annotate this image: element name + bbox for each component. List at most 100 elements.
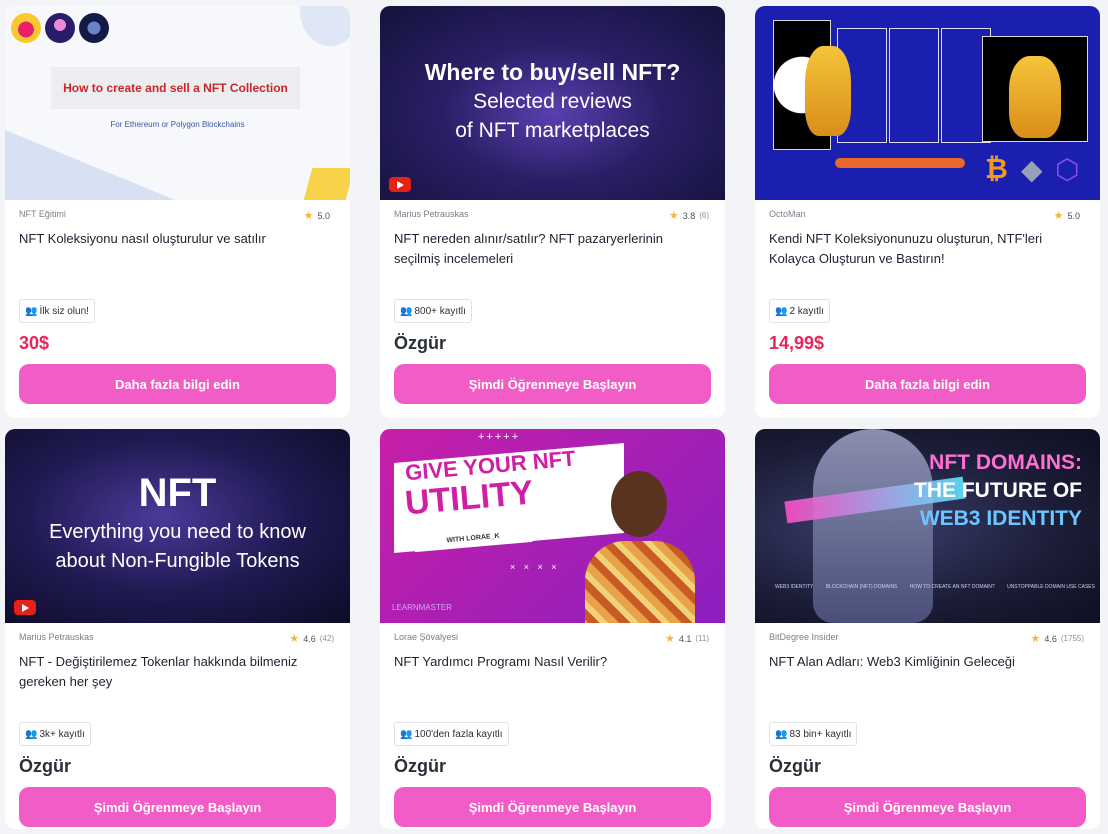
course-author[interactable]: OctoMan (769, 209, 806, 219)
enrollment-badge: 👥 2 kayıtlı (769, 299, 830, 323)
flow-step: HOW TO CREATE AN NFT DOMAIN? (909, 584, 995, 590)
arrow-icon (835, 158, 965, 168)
course-thumbnail[interactable]: +++++ GIVE YOUR NFT UTILITY WITH LORAE_K… (380, 429, 725, 623)
course-price: Özgür (394, 756, 446, 776)
start-learning-button[interactable]: Şimdi Öğrenmeye Başlayın (19, 787, 336, 827)
course-card[interactable]: NFT DOMAINS: THE FUTURE OF WEB3 IDENTITY… (755, 429, 1100, 829)
bitcoin-icon: ₿ (985, 153, 1008, 184)
star-icon: ★ (1053, 210, 1064, 222)
start-learning-button[interactable]: Şimdi Öğrenmeye Başlayın (394, 364, 711, 404)
course-thumbnail[interactable]: NFT Everything you need to know about No… (5, 429, 350, 623)
enrollment-text: 83 bin+ kayıtlı (789, 728, 852, 740)
youtube-icon (14, 600, 36, 615)
decorative-shape (303, 168, 350, 200)
rating-count: (6) (699, 211, 709, 220)
start-learning-button[interactable]: Şimdi Öğrenmeye Başlayın (394, 787, 711, 827)
star-icon: ★ (1030, 633, 1041, 645)
course-card[interactable]: ₿ ◆ ⬡ OctoMan ★ 5.0 Kendi NFT Koleksiyon… (755, 6, 1100, 418)
enrollment-text: 100'den fazla kayıtlı (414, 728, 503, 740)
rating-value: 5.0 (317, 210, 330, 221)
learn-more-button[interactable]: Daha fazla bilgi edin (769, 364, 1086, 404)
thumbnail-line1: NFT (138, 471, 217, 515)
course-title[interactable]: NFT nereden alınır/satılır? NFT pazaryer… (394, 229, 706, 269)
rating-value: 5.0 (1067, 210, 1080, 221)
course-thumbnail[interactable]: ₿ ◆ ⬡ (755, 6, 1100, 200)
course-author[interactable]: BitDegree Insider (769, 632, 839, 642)
course-rating: ★ 4.1 (11) (665, 632, 709, 645)
thumbnail-line1: Where to buy/sell NFT? (424, 59, 681, 85)
course-price: Özgür (769, 756, 821, 776)
polygon-icon: ⬡ (1055, 154, 1080, 185)
learn-more-button[interactable]: Daha fazla bilgi edin (19, 364, 336, 404)
start-learning-button[interactable]: Şimdi Öğrenmeye Başlayın (769, 787, 1086, 827)
course-rating: ★ 5.0 (304, 209, 334, 222)
star-icon: ★ (303, 210, 314, 222)
star-icon: ★ (664, 633, 675, 645)
enrollment-text: İlk siz olun! (39, 305, 89, 317)
course-title[interactable]: NFT Koleksiyonu nasıl oluşturulur ve sat… (19, 229, 331, 249)
rating-value: 4.6 (303, 633, 316, 644)
users-icon: 👥 (775, 728, 788, 740)
thumbnail-line2: Selected reviews (473, 90, 632, 113)
rating-count: (11) (695, 634, 709, 643)
star-icon: ★ (289, 633, 300, 645)
instructor-body (585, 541, 695, 623)
course-title[interactable]: NFT Yardımcı Programı Nasıl Verilir? (394, 652, 706, 672)
course-card[interactable]: Where to buy/sell NFT? Selected reviews … (380, 6, 725, 418)
course-card[interactable]: How to create and sell a NFT Collection … (5, 6, 350, 418)
youtube-icon (389, 177, 411, 192)
course-card[interactable]: +++++ GIVE YOUR NFT UTILITY WITH LORAE_K… (380, 429, 725, 829)
avatar-lips-icon (11, 13, 41, 43)
course-rating: ★ 3.8 (6) (669, 209, 709, 222)
course-author[interactable]: NFT Eğitimi (19, 209, 66, 219)
flow-step: BLOCKCHAIN (NFT) DOMAINS (825, 584, 898, 590)
thumbnail-line3: about Non-Fungible Tokens (55, 550, 300, 572)
cyborg-face-icon (813, 429, 933, 623)
course-rating: ★ 5.0 (1054, 209, 1084, 222)
course-title[interactable]: NFT - Değiştirilemez Tokenlar hakkında b… (19, 652, 331, 692)
thumbnail-flow: WEB3 IDENTITY BLOCKCHAIN (NFT) DOMAINS H… (775, 584, 1095, 590)
rating-value: 4.6 (1044, 633, 1057, 644)
course-title[interactable]: Kendi NFT Koleksiyonunuzu oluşturun, NTF… (769, 229, 1081, 269)
users-icon: 👥 (400, 728, 413, 740)
course-title[interactable]: NFT Alan Adları: Web3 Kimliğinin Geleceğ… (769, 652, 1081, 672)
thumbnail-heading: How to create and sell a NFT Collection (51, 67, 300, 109)
thumbnail-line1: NFT DOMAINS: (929, 451, 1082, 474)
flow-step: WEB3 IDENTITY (775, 584, 814, 590)
users-icon: 👥 (25, 305, 38, 317)
flow-step: UNSTOPPABLE DOMAIN USE CASES (1007, 584, 1095, 590)
star-icon: ★ (668, 210, 679, 222)
course-author[interactable]: Marius Petrauskas (394, 209, 469, 219)
mascot-icon (1009, 56, 1061, 138)
decorative-triangle (5, 130, 175, 200)
course-thumbnail[interactable]: NFT DOMAINS: THE FUTURE OF WEB3 IDENTITY… (755, 429, 1100, 623)
users-icon: 👥 (775, 305, 788, 317)
course-price: Özgür (19, 756, 71, 776)
enrollment-badge: 👥 İlk siz olun! (19, 299, 95, 323)
enrollment-text: 2 kayıtlı (789, 305, 824, 317)
enrollment-badge: 👥 100'den fazla kayıtlı (394, 722, 509, 746)
course-author[interactable]: Marius Petrauskas (19, 632, 94, 642)
rating-value: 4.1 (678, 633, 692, 644)
course-author[interactable]: Lorae Şövalyesi (394, 632, 458, 642)
course-thumbnail[interactable]: Where to buy/sell NFT? Selected reviews … (380, 6, 725, 200)
thumbnail-line2: Everything you need to know (49, 521, 306, 543)
course-card[interactable]: NFT Everything you need to know about No… (5, 429, 350, 829)
course-rating: ★ 4.6 (42) (289, 632, 334, 645)
course-price: 14,99$ (769, 333, 825, 353)
rating-value: 3.8 (682, 210, 696, 221)
mascot-icon (805, 46, 851, 136)
thumbnail-line3: of NFT marketplaces (455, 119, 650, 142)
decorative-blob (300, 6, 350, 46)
avatar-emblem-icon (79, 13, 109, 43)
decorative-xs: × × × × (510, 562, 560, 572)
brand-logo: LEARNMASTER (392, 603, 453, 612)
decorative-plus: +++++ (478, 431, 521, 443)
instructor-head (611, 471, 667, 537)
ethereum-icon: ◆ (1021, 154, 1043, 185)
thumbnail-line3: WEB3 IDENTITY (919, 507, 1082, 530)
course-thumbnail[interactable]: How to create and sell a NFT Collection … (5, 6, 350, 200)
instructor-photo (585, 471, 695, 623)
enrollment-badge: 👥 800+ kayıtlı (394, 299, 472, 323)
enrollment-text: 3k+ kayıtlı (39, 728, 85, 740)
